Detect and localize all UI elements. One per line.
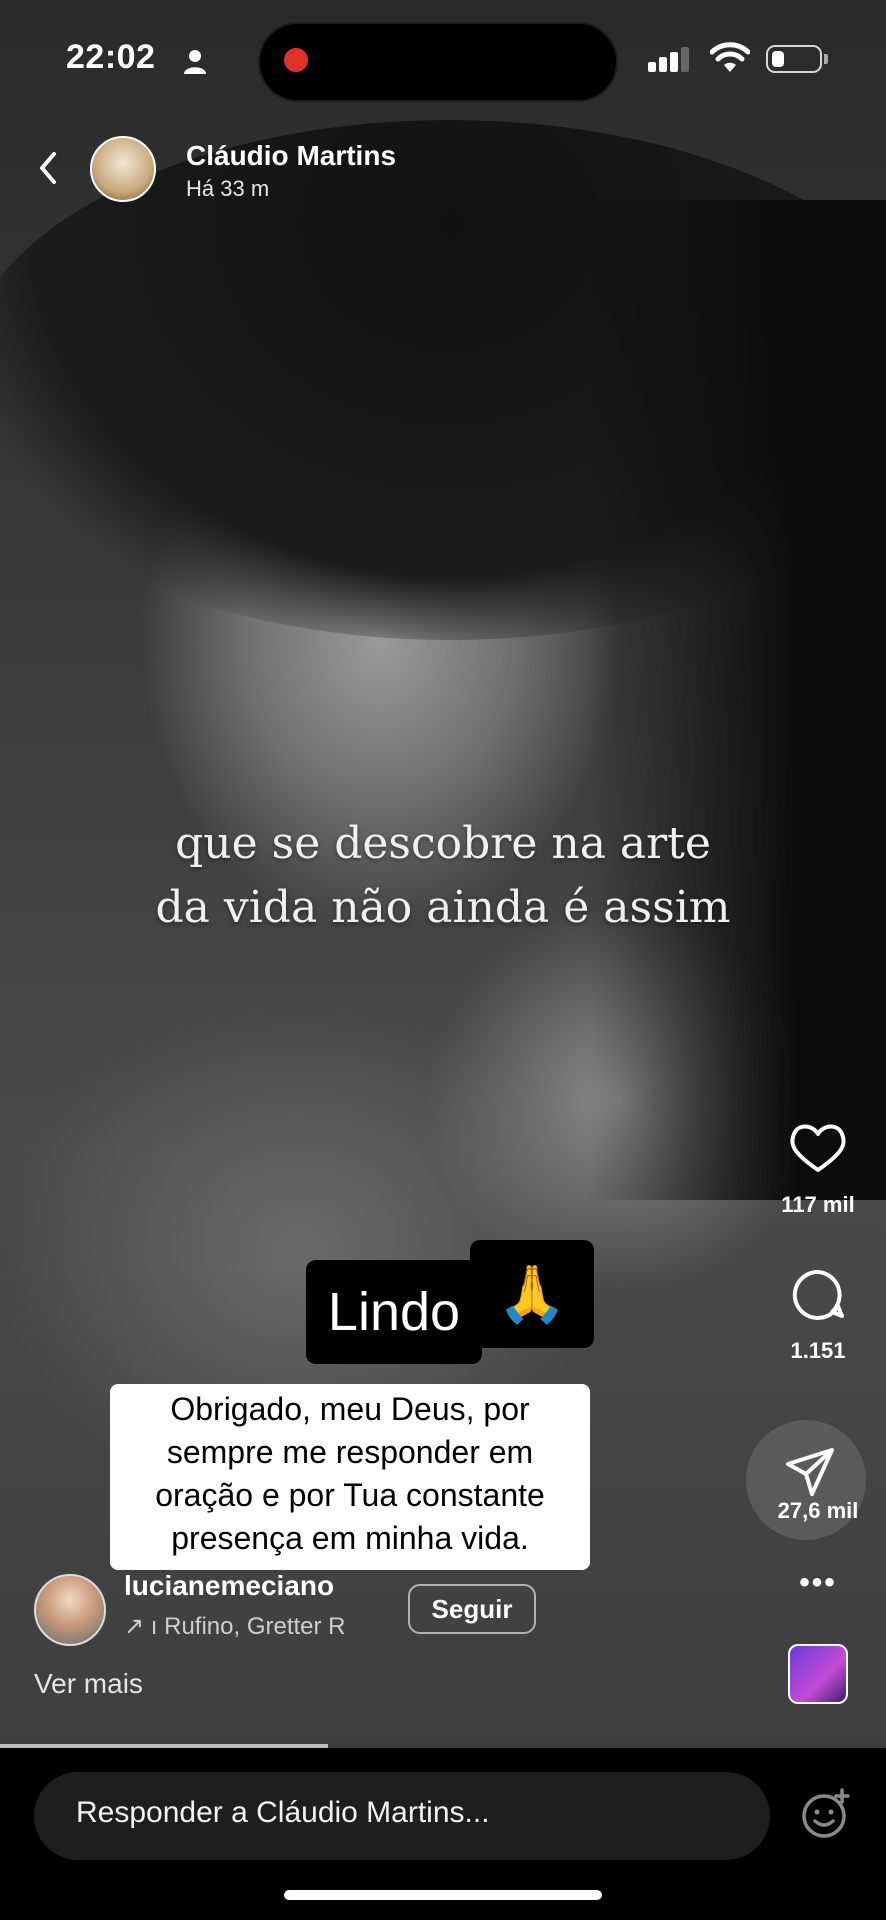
like-count: 117 mil (781, 1192, 855, 1217)
reply-placeholder[interactable]: Responder a Cláudio Martins... (76, 1796, 490, 1830)
author-name[interactable]: Cláudio Martins (186, 140, 396, 172)
post-age: Há 33 m (186, 176, 270, 201)
caption-line: oração e por Tua constante (155, 1477, 545, 1513)
back-icon[interactable] (32, 148, 64, 188)
poster-avatar[interactable] (34, 1574, 106, 1646)
recording-indicator-icon (284, 48, 308, 72)
sticker-pray-emoji: 🙏 (470, 1240, 594, 1348)
author-avatar[interactable] (90, 136, 156, 202)
comment-count: 1.151 (790, 1338, 846, 1363)
video-overlay-line-1: que se descobre na arte (175, 818, 711, 869)
share-count: 27,6 mil (777, 1498, 859, 1523)
home-indicator (284, 1890, 602, 1900)
poster-username[interactable]: lucianemeciano (124, 1570, 334, 1602)
comment-icon[interactable] (758, 1266, 878, 1324)
audio-credit[interactable]: ↗ ı Rufino, Gretter R (124, 1612, 384, 1641)
caption-line: presença em minha vida. (171, 1520, 529, 1556)
video-overlay-line-2: da vida não ainda é assim (155, 882, 731, 933)
follow-button[interactable]: Seguir (408, 1584, 536, 1634)
battery-tip (824, 54, 828, 64)
caption-line: sempre me responder em (166, 1434, 534, 1470)
background-shadow-right (586, 200, 886, 1200)
dynamic-island (258, 22, 618, 102)
signal-icon (648, 47, 689, 72)
more-icon[interactable]: ••• (758, 1566, 878, 1600)
status-time: 22:02 (66, 38, 156, 76)
status-bar: 22:02 (0, 0, 886, 120)
heart-icon[interactable] (758, 1118, 878, 1174)
caption-box: Obrigado, meu Deus, por sempre me respon… (110, 1384, 590, 1570)
caption-line: Obrigado, meu Deus, por (170, 1391, 530, 1427)
see-more-link[interactable]: Ver mais (34, 1668, 143, 1700)
audio-thumbnail[interactable] (788, 1644, 848, 1704)
wifi-icon (710, 42, 750, 72)
person-icon (184, 50, 206, 74)
battery-icon (766, 45, 822, 73)
sticker-lindo: Lindo (306, 1260, 482, 1364)
emoji-add-icon[interactable] (800, 1788, 852, 1840)
